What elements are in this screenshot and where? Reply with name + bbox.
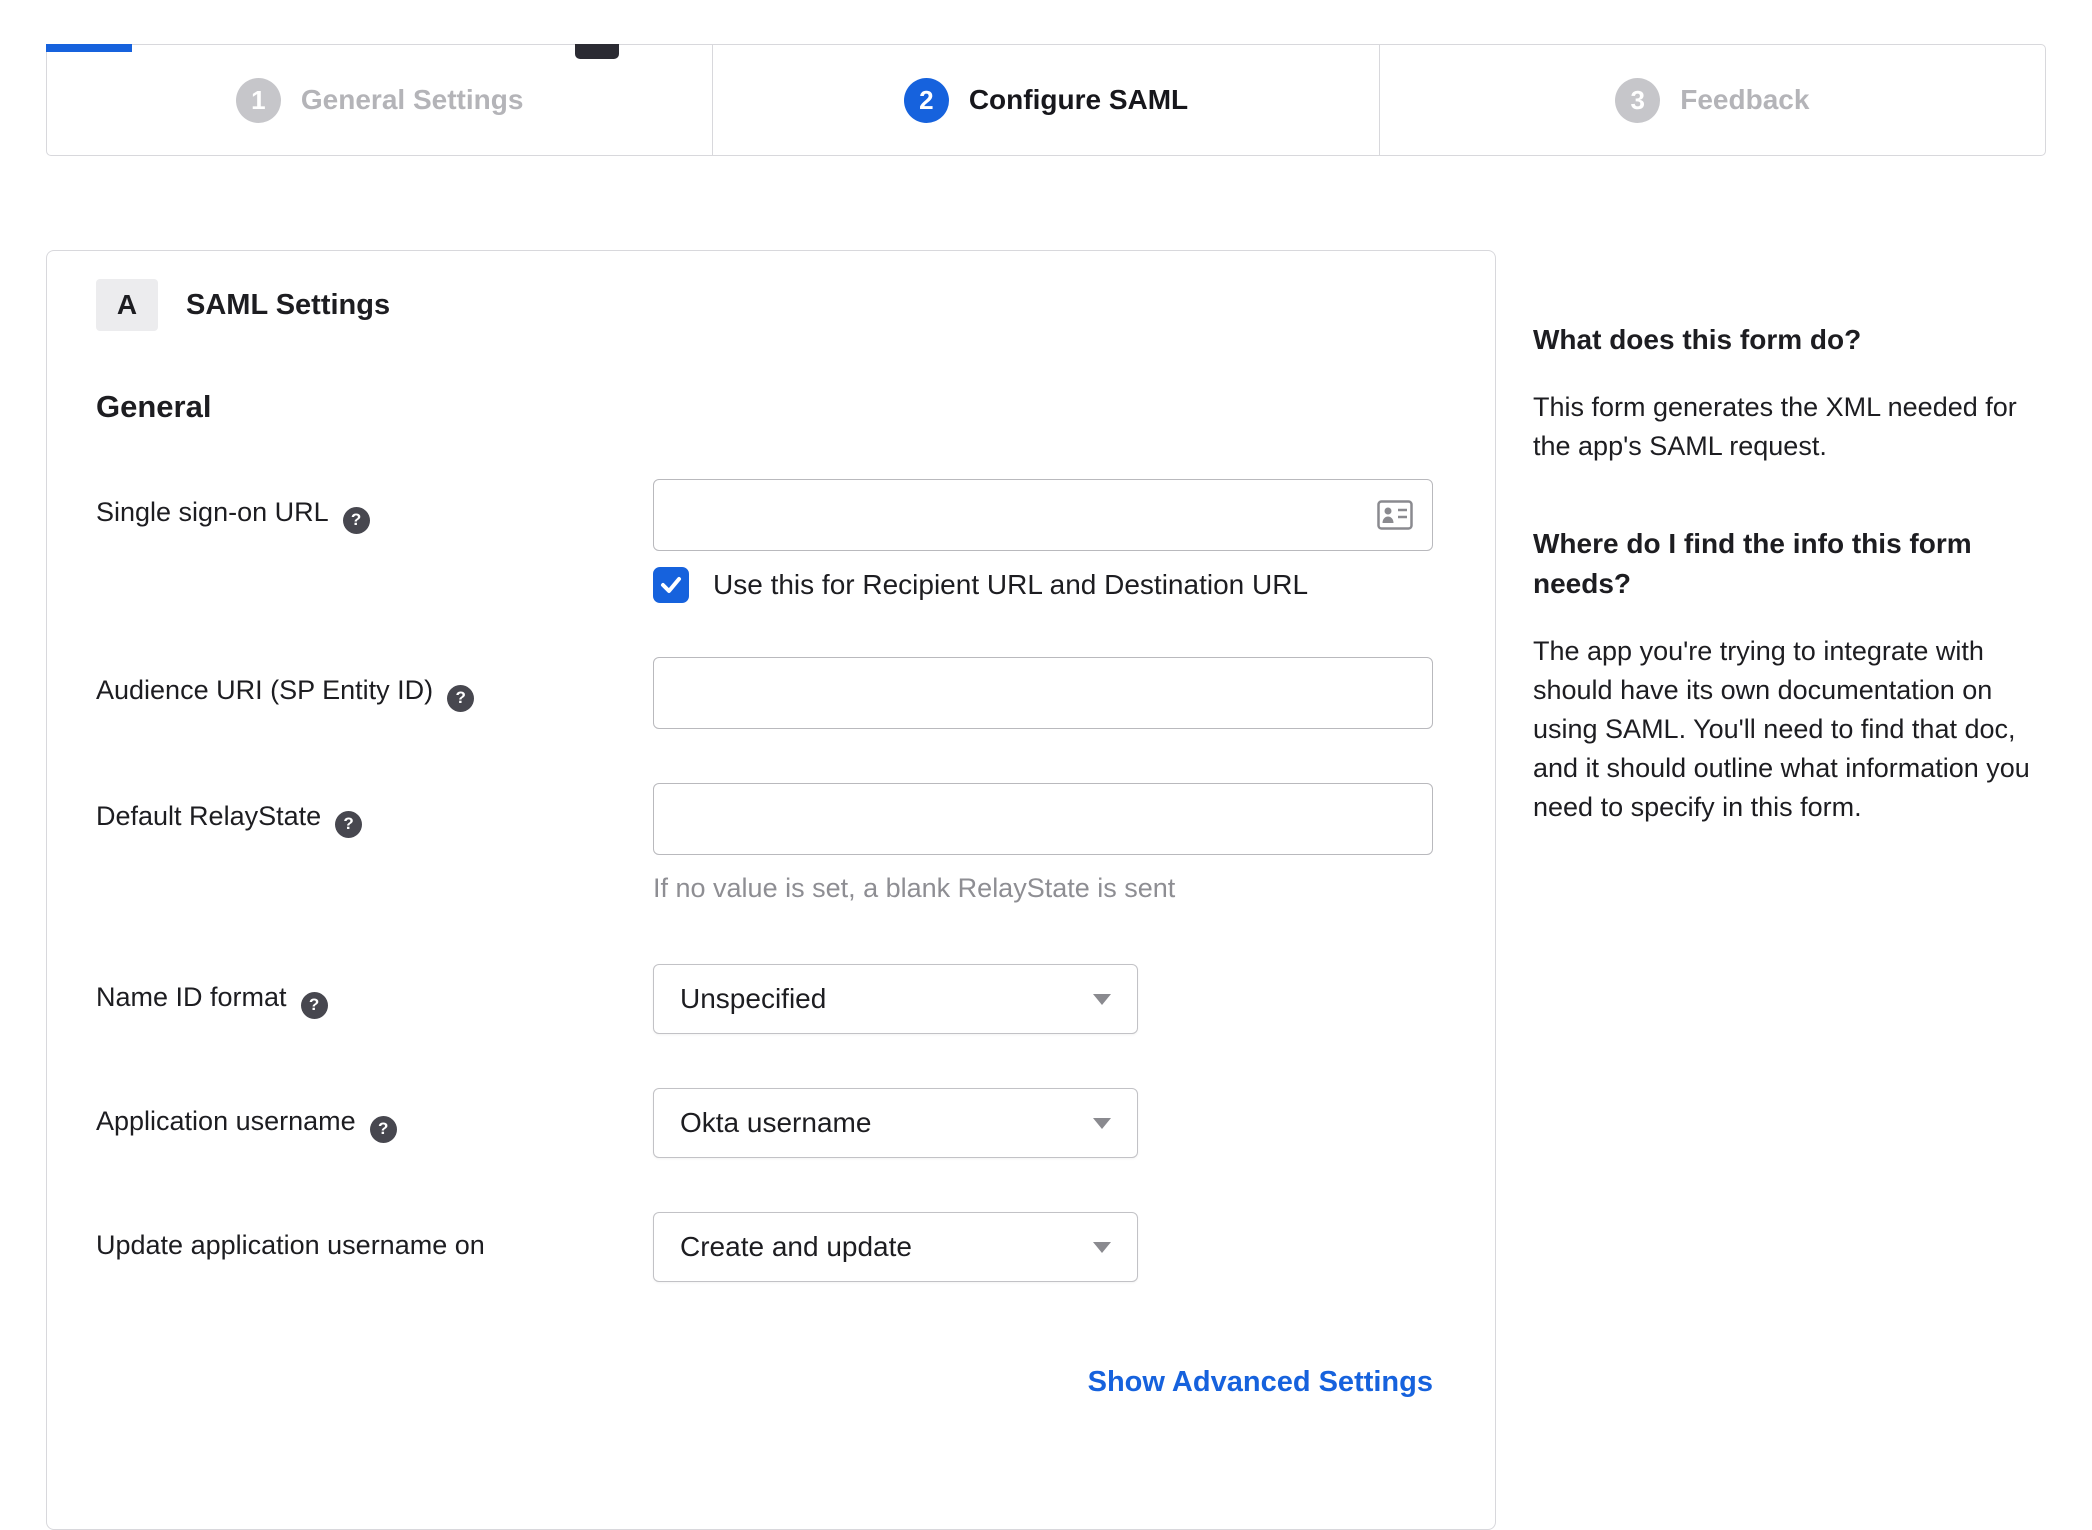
help-icon[interactable]: ? [342,506,370,534]
step-number-badge: 1 [235,77,281,123]
sso-checkbox[interactable] [653,567,689,603]
step-number-badge: 3 [1615,77,1661,123]
name-id-format-control: Unspecified [653,964,1433,1034]
general-group-title: General [96,389,212,424]
relay-state-input[interactable] [653,783,1433,855]
help-icon[interactable]: ? [335,810,363,838]
update-app-username-label: Update application username on [96,1230,485,1260]
help-sidebar: What does this form do? This form genera… [1533,250,2046,885]
panel-header: A SAML Settings [96,279,1433,331]
show-advanced-settings-link[interactable]: Show Advanced Settings [1088,1366,1433,1398]
step-label: Feedback [1680,84,1810,115]
name-id-format-row: Name ID format? Unspecified [96,964,1433,1034]
help-icon[interactable]: ? [447,684,475,712]
sidebar-question-1-title: What does this form do? [1533,324,1862,355]
relay-state-hint: If no value is set, a blank RelayState i… [653,873,1176,903]
help-icon[interactable]: ? [300,991,328,1019]
chevron-down-icon [1093,1241,1111,1253]
step-general-settings[interactable]: 1 General Settings [47,45,712,155]
step-label: Configure SAML [968,84,1189,115]
app-username-label-cell: Application username? [96,1088,653,1158]
name-id-format-select[interactable]: Unspecified [653,964,1138,1034]
step-number-badge: 2 [903,77,949,123]
wizard-stepper: 1 General Settings 2 Configure SAML 3 Fe… [46,44,2046,156]
app-username-label: Application username [96,1106,356,1136]
name-id-format-label-cell: Name ID format? [96,964,653,1034]
step-label: General Settings [300,84,524,115]
chevron-down-icon [1093,993,1111,1005]
app-username-select[interactable]: Okta username [653,1088,1138,1158]
sso-url-label: Single sign-on URL [96,497,329,527]
sidebar-question-1-body: This form generates the XML needed for t… [1533,392,2017,461]
audience-uri-control [653,657,1433,729]
update-app-username-select[interactable]: Create and update [653,1212,1138,1282]
audience-uri-row: Audience URI (SP Entity ID)? [96,657,1433,729]
relay-state-label-cell: Default RelayState? [96,783,653,904]
panel-title: SAML Settings [186,288,391,321]
relay-state-control: If no value is set, a blank RelayState i… [653,783,1433,904]
audience-uri-label-cell: Audience URI (SP Entity ID)? [96,657,653,729]
step-configure-saml[interactable]: 2 Configure SAML [712,45,1378,155]
step-feedback[interactable]: 3 Feedback [1378,45,2045,155]
app-username-control: Okta username [653,1088,1433,1158]
cropped-header-fragment-dark [575,44,619,59]
sso-checkbox-label[interactable]: Use this for Recipient URL and Destinati… [713,569,1308,601]
sso-checkbox-row: Use this for Recipient URL and Destinati… [653,567,1433,603]
update-app-username-label-cell: Update application username on [96,1212,653,1282]
cropped-header-fragment-blue [46,44,132,52]
saml-settings-panel: A SAML Settings General Single sign-on U… [46,250,1496,1530]
relay-state-row: Default RelayState? If no value is set, … [96,783,1433,904]
name-id-format-value: Unspecified [680,983,827,1014]
audience-uri-input[interactable] [653,657,1433,729]
sso-url-input[interactable] [653,479,1433,551]
relay-state-label: Default RelayState [96,801,322,831]
help-icon[interactable]: ? [369,1115,397,1143]
chevron-down-icon [1093,1117,1111,1129]
update-app-username-control: Create and update [653,1212,1433,1282]
sso-url-label-cell: Single sign-on URL? [96,479,653,603]
app-username-row: Application username? Okta username [96,1088,1433,1158]
contact-card-icon[interactable] [1377,500,1413,530]
audience-uri-label: Audience URI (SP Entity ID) [96,675,434,705]
sidebar-question-2-title: Where do I find the info this form needs… [1533,528,1972,599]
section-a-badge: A [96,279,158,331]
sso-url-row: Single sign-on URL? Use this for Recipie… [96,479,1433,603]
update-app-username-value: Create and update [680,1231,912,1262]
sidebar-question-2-body: The app you're trying to integrate with … [1533,636,2030,822]
name-id-format-label: Name ID format [96,982,287,1012]
sso-url-control: Use this for Recipient URL and Destinati… [653,479,1433,603]
advanced-settings-row: Show Advanced Settings [96,1366,1433,1399]
main-content: A SAML Settings General Single sign-on U… [46,250,2046,1530]
update-app-username-row: Update application username on Create an… [96,1212,1433,1282]
app-username-value: Okta username [680,1107,872,1138]
